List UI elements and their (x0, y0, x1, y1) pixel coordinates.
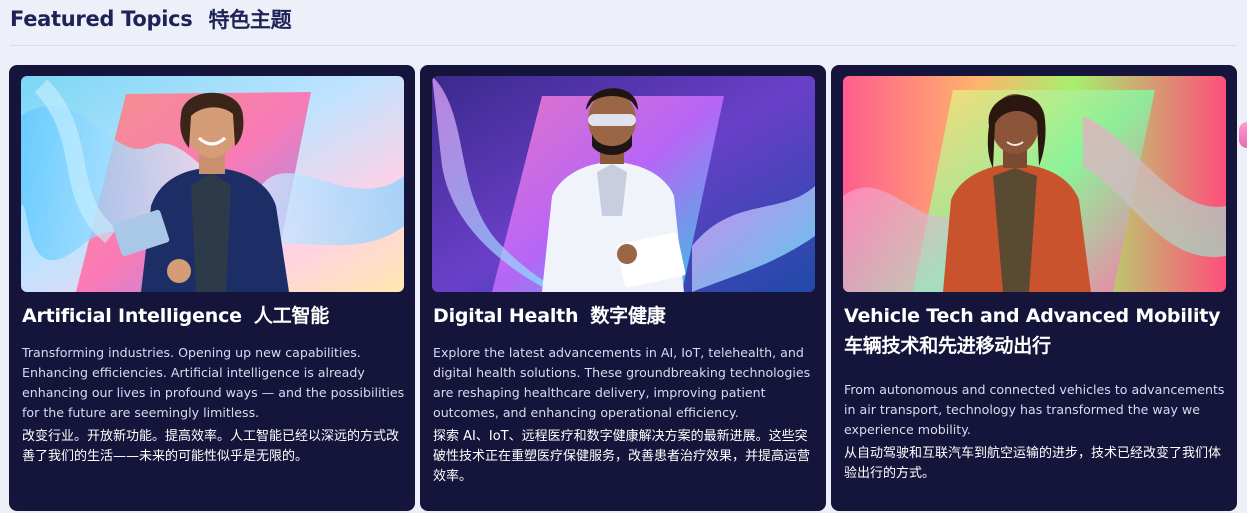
card-title-ai-en: Artificial Intelligence (22, 305, 242, 327)
card-title-vt-zh: 车辆技术和先进移动出行 (844, 335, 1051, 357)
card-desc-vt-en: From autonomous and connected vehicles t… (844, 382, 1225, 437)
card-desc-dh-en: Explore the latest advancements in AI, I… (433, 345, 811, 420)
topic-card-ai[interactable]: Artificial Intelligence 人工智能 Transforming… (9, 65, 415, 511)
card-title-vehicle-tech[interactable]: Vehicle Tech and Advanced Mobility 车辆技术和先… (844, 302, 1226, 362)
digital-health-illustration (432, 76, 815, 292)
section-header: Featured Topics 特色主题 (10, 3, 292, 35)
card-image-vehicle-tech[interactable] (843, 76, 1226, 292)
card-title-dh-en: Digital Health (433, 305, 579, 327)
card-desc-vt-zh: 从自动驾驶和互联汽车到航空运输的进步，技术已经改变了我们体验出行的方式。 (844, 446, 1222, 481)
card-image-digital-health[interactable] (432, 76, 815, 292)
card-title-dh-zh: 数字健康 (590, 305, 666, 327)
section-title-en: Featured Topics (10, 7, 193, 31)
topic-cards: Artificial Intelligence 人工智能 Transforming… (9, 65, 1237, 511)
topic-card-digital-health[interactable]: Digital Health 数字健康 Explore the latest ad… (420, 65, 826, 511)
card-title-digital-health[interactable]: Digital Health 数字健康 (433, 302, 815, 330)
ai-illustration (21, 76, 404, 292)
header-divider (10, 45, 1237, 46)
vehicle-tech-illustration (843, 76, 1226, 292)
card-title-ai[interactable]: Artificial Intelligence 人工智能 (22, 302, 404, 330)
topic-card-vehicle-tech[interactable]: Vehicle Tech and Advanced Mobility 车辆技术和先… (831, 65, 1237, 511)
card-title-ai-zh: 人工智能 (253, 305, 330, 327)
carousel-next-handle[interactable] (1239, 122, 1247, 148)
card-image-ai[interactable] (21, 76, 404, 292)
card-title-vt-en: Vehicle Tech and Advanced Mobility (844, 305, 1221, 327)
card-desc-ai-zh: 改变行业。开放新功能。提高效率。人工智能已经以深远的方式改善了我们的生活——未来… (22, 429, 400, 464)
card-desc-dh-zh: 探索 AI、IoT、远程医疗和数字健康解决方案的最新进展。这些突破性技术正在重塑… (433, 429, 811, 484)
card-desc-ai-en: Transforming industries. Opening up new … (22, 345, 405, 420)
section-title-zh: 特色主题 (208, 8, 292, 32)
